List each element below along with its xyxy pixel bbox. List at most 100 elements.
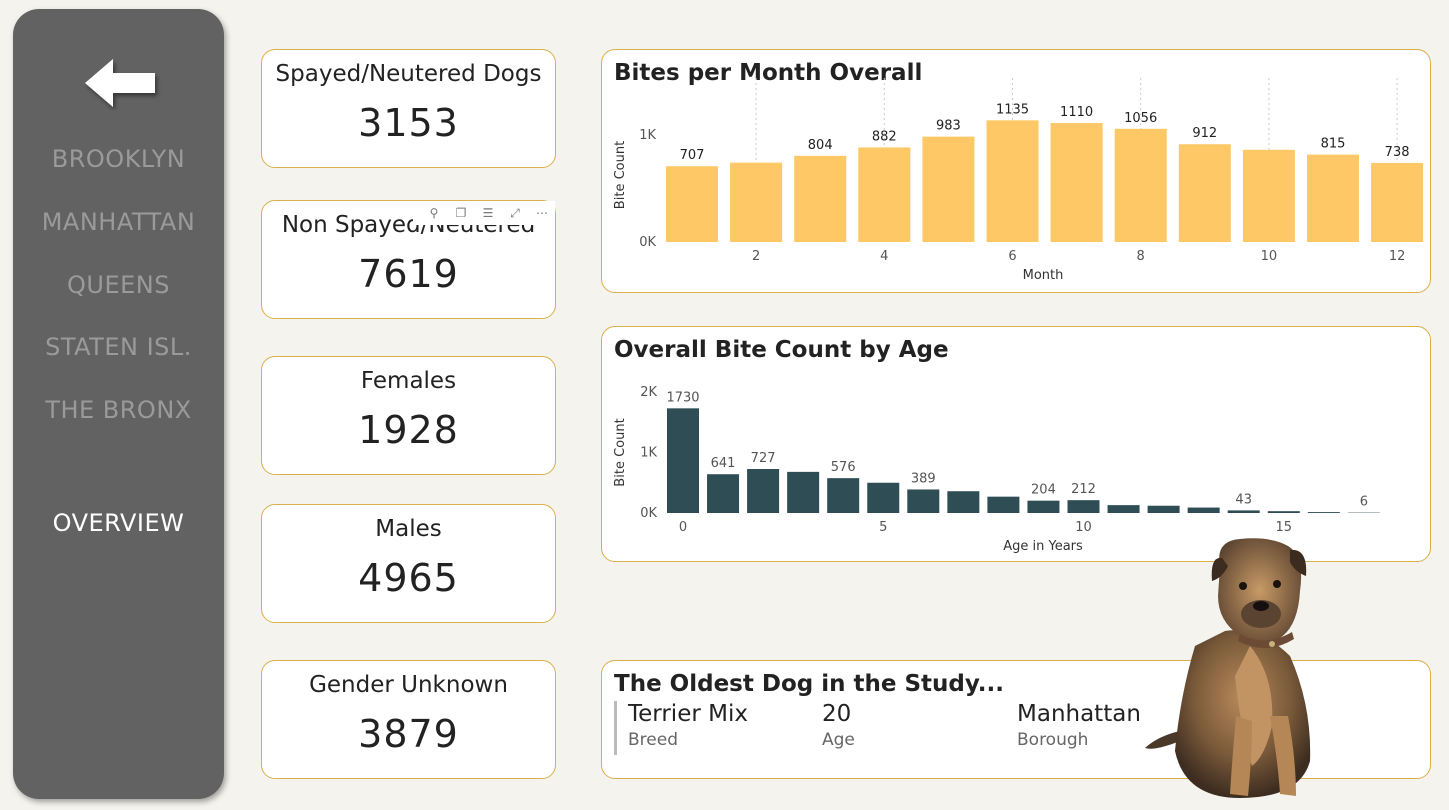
y-tick-label: 2K: [640, 385, 657, 400]
data-label: 389: [911, 471, 936, 486]
kpi-value: 1928: [358, 408, 459, 452]
y-tick-label: 0K: [640, 506, 657, 521]
data-label: 1135: [996, 102, 1029, 117]
data-label: 804: [808, 138, 833, 153]
nav-the-bronx[interactable]: THE BRONX: [13, 396, 224, 424]
pin-icon[interactable]: ⚲: [427, 206, 441, 220]
x-tick-label: 12: [1389, 249, 1406, 264]
nav-manhattan[interactable]: MANHATTAN: [13, 208, 224, 236]
kpi-card-males: Males 4965: [261, 504, 556, 623]
data-label: 1110: [1060, 105, 1093, 120]
bar: [1242, 149, 1295, 242]
breed-field: Terrier Mix Breed: [628, 701, 748, 750]
y-tick-label: 1K: [639, 128, 656, 143]
y-tick-label: 1K: [640, 446, 657, 461]
oldest-dog-title: The Oldest Dog in the Study...: [614, 671, 1004, 697]
bar: [794, 155, 847, 242]
more-options-icon[interactable]: ⋯: [535, 206, 549, 220]
x-tick-label: 8: [1137, 249, 1145, 264]
kpi-label: Males: [375, 516, 442, 542]
data-label: 43: [1235, 492, 1252, 507]
x-tick-label: 4: [880, 249, 888, 264]
focus-mode-icon[interactable]: ⤢: [508, 206, 522, 221]
bar: [1027, 500, 1060, 513]
bar: [947, 491, 980, 513]
chart-panel-bites-by-age[interactable]: Overall Bite Count by Age 0K 1K 2K 1730 641 7…: [601, 326, 1431, 562]
x-tick-label: 10: [1261, 249, 1278, 264]
kpi-value: 7619: [358, 252, 459, 296]
chart-panel-bites-per-month[interactable]: Bites per Month Overall 0K 1K 707 804 882 983…: [601, 49, 1431, 293]
data-label: 983: [936, 119, 961, 134]
bar: [1227, 510, 1260, 513]
bar: [1307, 154, 1359, 242]
bar: [1307, 512, 1340, 513]
data-label: 882: [872, 129, 897, 144]
nav-staten-island[interactable]: STATEN ISL.: [13, 333, 224, 361]
data-label: 912: [1192, 126, 1217, 141]
y-tick-label: 0K: [639, 235, 656, 250]
kpi-card-non-spayed: Non Spayed/Neutered 7619 ⚲ ❐ ☰ ⤢ ⋯: [261, 200, 556, 319]
oldest-dog-fields: Terrier Mix Breed 20 Age Manhattan Borou…: [614, 701, 1174, 755]
filter-icon[interactable]: ☰: [481, 206, 495, 220]
terrier-dog-image: [1145, 538, 1311, 798]
nav-queens[interactable]: QUEENS: [13, 271, 224, 299]
data-label: 576: [831, 460, 856, 475]
data-label: 815: [1321, 137, 1346, 152]
bar: [747, 469, 780, 513]
bar: [1371, 162, 1424, 242]
kpi-label: Females: [360, 368, 457, 394]
kpi-value: 3153: [358, 101, 459, 145]
breed-value: Terrier Mix: [628, 701, 748, 727]
x-axis-title: Age in Years: [1003, 539, 1083, 554]
kpi-value: 3879: [358, 712, 459, 756]
data-label: 204: [1031, 483, 1056, 498]
bar: [1267, 511, 1300, 513]
nav-overview[interactable]: OVERVIEW: [13, 509, 224, 537]
breed-caption: Breed: [628, 730, 678, 750]
bar: [827, 478, 860, 513]
kpi-card-females: Females 1928: [261, 356, 556, 475]
kpi-value: 4965: [358, 556, 459, 600]
y-axis-title: Bite Count: [613, 418, 628, 486]
bites-per-month-chart: 0K 1K 707 804 882 983 1135 1110 1056 912 815 738 2 4 6…: [613, 78, 1424, 283]
bar: [1114, 128, 1167, 242]
y-axis-title: Bite Count: [613, 141, 628, 209]
data-label: 1056: [1124, 111, 1157, 126]
data-label: 1730: [666, 390, 699, 405]
x-tick-label: 10: [1075, 520, 1092, 535]
data-label: 727: [751, 451, 776, 466]
copy-icon[interactable]: ❐: [454, 206, 468, 220]
data-label: 6: [1360, 495, 1368, 510]
bar: [1107, 505, 1140, 513]
borough-caption: Borough: [1017, 730, 1089, 750]
borough-field: Manhattan Borough: [1017, 701, 1141, 750]
bites-by-age-chart: 0K 1K 2K 1730 641 727 576 389 204 212 43 6 0 5 10 15 Age…: [613, 385, 1380, 554]
data-label: 738: [1385, 145, 1410, 160]
kpi-label: Spayed/Neutered Dogs: [275, 61, 542, 87]
bar: [858, 147, 911, 242]
bar: [922, 136, 975, 242]
kpi-card-spayed: Spayed/Neutered Dogs 3153: [261, 49, 556, 168]
age-value: 20: [822, 701, 852, 727]
bar: [987, 496, 1020, 513]
x-tick-label: 5: [879, 520, 887, 535]
bar: [667, 408, 699, 513]
bar: [867, 482, 900, 513]
bar: [787, 471, 820, 513]
bar: [986, 120, 1039, 242]
data-label: 212: [1071, 482, 1096, 497]
bar: [1067, 500, 1100, 513]
data-label: 707: [680, 148, 705, 163]
bar: [666, 166, 718, 242]
sidebar-nav: BROOKLYN MANHATTAN QUEENS STATEN ISL. TH…: [13, 9, 224, 799]
data-label: 641: [711, 456, 736, 471]
borough-value: Manhattan: [1017, 701, 1141, 727]
kpi-label: Gender Unknown: [309, 672, 508, 698]
visual-header-toolbar: ⚲ ❐ ☰ ⤢ ⋯: [413, 201, 555, 225]
age-caption: Age: [822, 730, 855, 750]
nav-brooklyn[interactable]: BROOKLYN: [13, 145, 224, 173]
bar: [730, 162, 783, 242]
back-arrow-icon[interactable]: [83, 55, 163, 111]
kpi-card-gender-unknown: Gender Unknown 3879: [261, 660, 556, 779]
x-tick-label: 2: [752, 249, 760, 264]
